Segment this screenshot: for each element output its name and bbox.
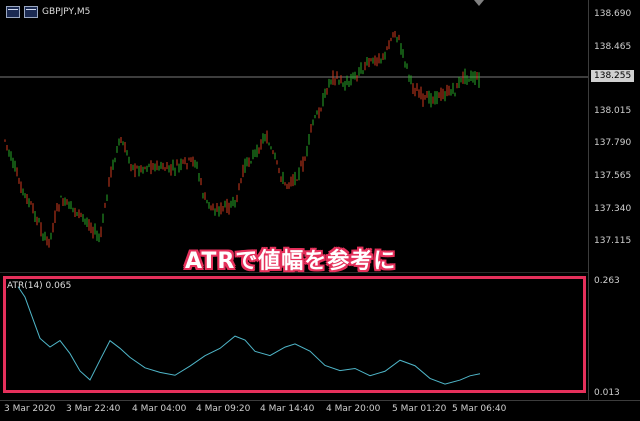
time-tick: 5 Mar 06:40 <box>452 404 507 414</box>
time-tick: 4 Mar 04:00 <box>132 404 187 414</box>
shift-marker-icon[interactable] <box>474 0 484 6</box>
atr-label: ATR(14) 0.065 <box>7 281 72 291</box>
chart-symbol-title: GBPJPY,M5 <box>42 7 91 17</box>
chart-title-bar: GBPJPY,M5 <box>6 6 90 18</box>
price-tick: 138.015 <box>594 106 632 116</box>
candlestick-chart <box>0 30 588 248</box>
atr-line-chart <box>17 286 481 385</box>
time-tick: 4 Mar 09:20 <box>196 404 251 414</box>
time-tick: 4 Mar 20:00 <box>326 404 381 414</box>
price-chart-pane[interactable] <box>0 0 588 273</box>
atr-line <box>17 286 481 385</box>
time-tick: 4 Mar 14:40 <box>260 404 315 414</box>
window-icon-2 <box>24 6 38 18</box>
price-tick: 137.340 <box>594 204 632 214</box>
time-tick: 5 Mar 01:20 <box>392 404 447 414</box>
window-icon <box>6 6 20 18</box>
time-tick: 3 Mar 22:40 <box>66 404 121 414</box>
atr-tick: 0.013 <box>594 388 620 398</box>
atr-indicator-pane[interactable] <box>0 272 588 396</box>
price-tick: 137.565 <box>594 171 632 181</box>
time-tick: 3 Mar 2020 <box>4 404 56 414</box>
price-tick: 137.115 <box>594 236 632 246</box>
price-tick: 137.790 <box>594 138 632 148</box>
price-axis[interactable]: 138.690 138.465 138.255 138.015 137.790 … <box>588 0 640 400</box>
current-price-badge: 138.255 <box>591 70 634 82</box>
price-tick: 138.690 <box>594 9 632 19</box>
atr-tick: 0.263 <box>594 276 620 286</box>
annotation-text: ATRで値幅を参考に <box>185 249 397 274</box>
time-axis[interactable]: 3 Mar 2020 3 Mar 22:40 4 Mar 04:00 4 Mar… <box>0 400 640 421</box>
price-tick: 138.465 <box>594 42 632 52</box>
